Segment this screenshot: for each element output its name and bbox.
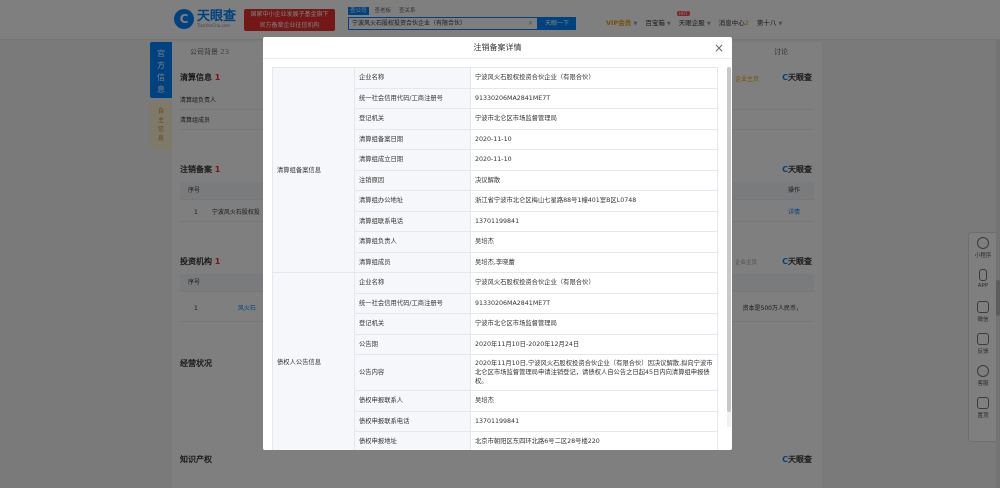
field-value: 13701199841 — [470, 210, 718, 232]
field-label: 登记机关 — [354, 108, 471, 130]
modal-body: 清算组备案信息 企业名称 宁波风火石股权投资合伙企业（有限合伙） 统一社会信用代码/工… — [272, 67, 726, 450]
field-label: 公告内容 — [354, 354, 471, 391]
modal-scroll-thumb[interactable] — [727, 67, 731, 412]
field-value: 宁波市北仑区市场监督管理局 — [470, 108, 718, 130]
field-value: 宁波风火石股权投资合伙企业（有限合伙） — [470, 67, 718, 89]
field-label: 清算组成立日期 — [354, 149, 471, 171]
detail-table: 清算组备案信息 企业名称 宁波风火石股权投资合伙企业（有限合伙） 统一社会信用代码/工… — [272, 67, 718, 450]
modal-title: 注销备案详情 × — [263, 37, 732, 59]
field-label: 注销原因 — [354, 169, 471, 191]
field-label: 清算组负责人 — [354, 231, 471, 253]
field-value: 宁波市北仑区市场监督管理局 — [470, 313, 718, 335]
field-label: 债权申报地址 — [354, 431, 471, 450]
field-label: 清算组备案日期 — [354, 128, 471, 150]
field-label: 债权申报联系人 — [354, 390, 471, 412]
group-label: 清算组备案信息 — [272, 67, 355, 273]
field-value: 2020年11月10日-2020年12月24日 — [470, 333, 718, 355]
field-value: 91330206MA2841ME7T — [470, 292, 718, 314]
field-value: 浙江省宁波市北仑区梅山七星路88号1幢401室B区L0748 — [470, 190, 718, 212]
field-label: 清算组成员 — [354, 251, 471, 273]
field-label: 统一社会信用代码/工商注册号 — [354, 87, 471, 109]
field-value: 吴培杰 — [470, 390, 718, 412]
field-value: 2020-11-10 — [470, 149, 718, 171]
field-value: 北京市朝阳区东四环北路6号二区28号楼220 — [470, 431, 718, 450]
field-value: 91330206MA2841ME7T — [470, 87, 718, 109]
field-label: 登记机关 — [354, 313, 471, 335]
cancel-detail-modal: 注销备案详情 × 清算组备案信息 企业名称 宁波风火石股权投资合伙企业（有限合伙）统… — [263, 37, 732, 450]
field-label: 企业名称 — [354, 272, 471, 294]
field-value: 2020年11月10日,宁波风火石股权投资合伙企业（有限合伙）因决议解散,拟向宁… — [470, 354, 718, 391]
field-label: 清算组办公地址 — [354, 190, 471, 212]
field-value: 吴培杰,李晓蕾 — [470, 251, 718, 273]
field-label: 债权申报联系电话 — [354, 410, 471, 432]
field-value: 2020-11-10 — [470, 128, 718, 150]
table-row: 债权人公告信息 企业名称 宁波风火石股权投资合伙企业（有限合伙） — [272, 272, 718, 450]
field-label: 清算组联系电话 — [354, 210, 471, 232]
field-value: 宁波风火石股权投资合伙企业（有限合伙） — [470, 272, 718, 294]
field-value: 13701199841 — [470, 410, 718, 432]
field-label: 公告期 — [354, 333, 471, 355]
field-value: 吴培杰 — [470, 231, 718, 253]
table-row: 清算组备案信息 企业名称 宁波风火石股权投资合伙企业（有限合伙） — [272, 67, 718, 273]
field-value: 决议解散 — [470, 169, 718, 191]
field-label: 统一社会信用代码/工商注册号 — [354, 292, 471, 314]
close-icon[interactable]: × — [714, 37, 724, 59]
group-label: 债权人公告信息 — [272, 272, 355, 450]
field-label: 企业名称 — [354, 67, 471, 89]
